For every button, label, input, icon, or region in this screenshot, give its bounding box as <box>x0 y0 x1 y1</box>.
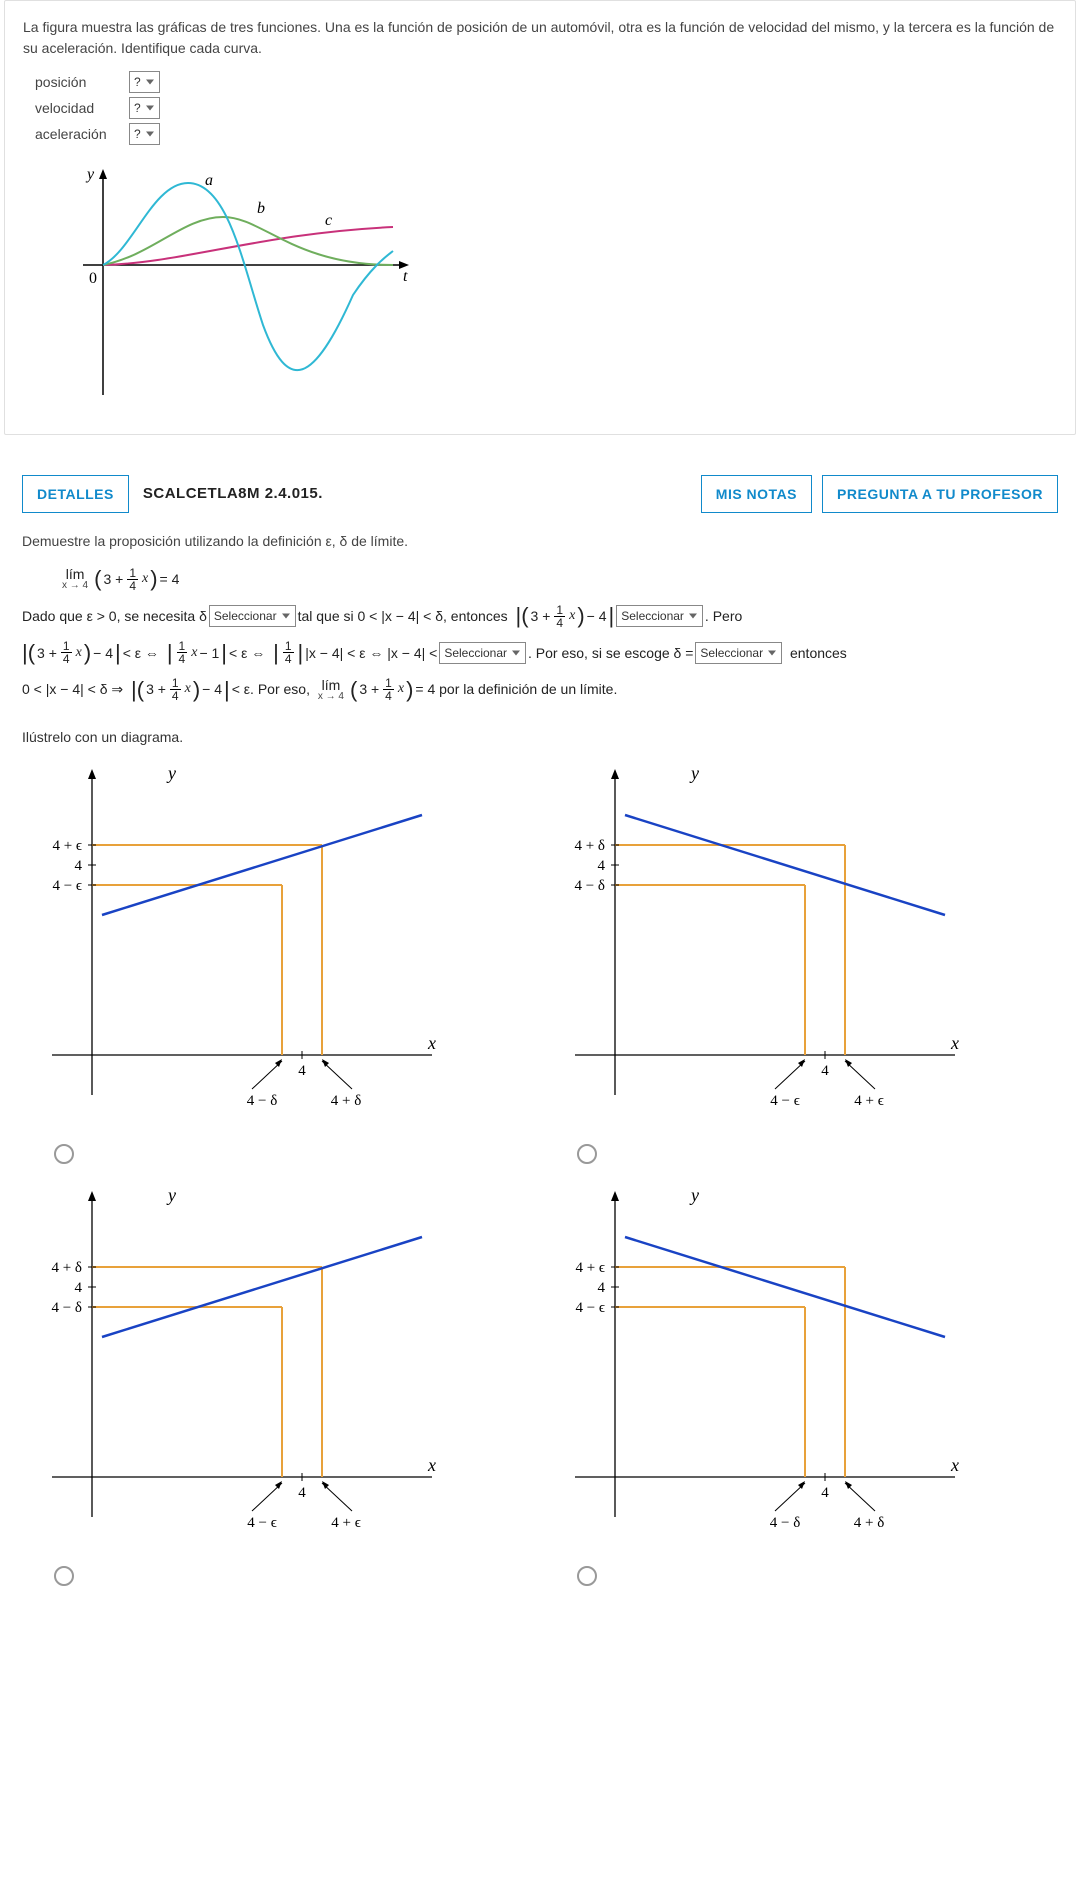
question-1-prompt: La figura muestra las gráficas de tres f… <box>23 17 1057 59</box>
problem-reference: SCALCETLA8M 2.4.015. <box>129 475 337 513</box>
diagram-radio-1[interactable] <box>54 1144 74 1164</box>
illustrate-label: Ilústrelo con un diagrama. <box>22 729 1058 745</box>
select-epsilon-condition[interactable]: Seleccionar <box>616 605 703 627</box>
svg-text:x: x <box>950 1033 959 1053</box>
svg-text:y: y <box>166 763 176 783</box>
svg-text:4 − ϵ: 4 − ϵ <box>247 1515 277 1531</box>
details-button[interactable]: DETALLES <box>22 475 129 513</box>
svg-text:4 − ϵ: 4 − ϵ <box>770 1093 800 1109</box>
svg-text:y: y <box>689 1185 699 1205</box>
diagram-option-2: y x 4 + δ 4 4 − δ 4 4 − ϵ 4 + ϵ <box>545 755 1058 1167</box>
q2-line2: |(3 + 14x ) − 4| < ε ⇔ | 14x − 1 | < ε ⇔… <box>22 638 1058 669</box>
diagram-grid: y x 4 + ϵ 4 4 − ϵ 4 4 − δ 4 + δ y x <box>22 755 1058 1589</box>
svg-text:4 − δ: 4 − δ <box>770 1515 801 1531</box>
svg-text:4 + δ: 4 + δ <box>574 838 605 854</box>
select-aceleracion[interactable]: ? <box>129 123 160 145</box>
svg-text:4 − δ: 4 − δ <box>247 1093 278 1109</box>
origin-label: 0 <box>89 270 97 287</box>
diagram-radio-2[interactable] <box>577 1144 597 1164</box>
row-posicion: posición ? <box>35 71 1057 93</box>
row-aceleracion: aceleración ? <box>35 123 1057 145</box>
q2-line1: Dado que ε > 0, se necesita δ Selecciona… <box>22 601 1058 632</box>
svg-text:4: 4 <box>75 1280 83 1296</box>
select-posicion[interactable]: ? <box>129 71 160 93</box>
diagram-radio-3[interactable] <box>54 1566 74 1586</box>
svg-text:4 − ϵ: 4 − ϵ <box>52 878 82 894</box>
select-bound[interactable]: Seleccionar <box>439 642 526 664</box>
svg-text:y: y <box>166 1185 176 1205</box>
diagram-option-3: y x 4 + δ 4 4 − δ 4 4 − ϵ 4 + ϵ <box>22 1177 535 1589</box>
question-2-card: DETALLES SCALCETLA8M 2.4.015. MIS NOTAS … <box>4 459 1076 1605</box>
svg-text:x: x <box>950 1455 959 1475</box>
label-posicion: posición <box>35 74 117 90</box>
svg-text:4 − ϵ: 4 − ϵ <box>575 1300 605 1316</box>
ask-professor-button[interactable]: PREGUNTA A TU PROFESOR <box>822 475 1058 513</box>
svg-text:x: x <box>427 1455 436 1475</box>
svg-text:4: 4 <box>598 858 606 874</box>
svg-text:4: 4 <box>821 1063 829 1079</box>
select-velocidad[interactable]: ? <box>129 97 160 119</box>
svg-text:4: 4 <box>298 1063 306 1079</box>
svg-text:4: 4 <box>75 858 83 874</box>
q2-limit-claim: lím x → 4 (3 + 14x ) = 4 <box>62 564 1058 595</box>
svg-text:4 + ϵ: 4 + ϵ <box>331 1515 361 1531</box>
curve-a-label: a <box>205 172 213 189</box>
row-velocidad: velocidad ? <box>35 97 1057 119</box>
question-1-card: La figura muestra las gráficas de tres f… <box>4 0 1076 435</box>
q2-line3: 0 < |x − 4| < δ ⇒ |(3 + 14x ) − 4| < ε. … <box>22 674 1058 705</box>
svg-text:4 + ϵ: 4 + ϵ <box>575 1260 605 1276</box>
my-notes-button[interactable]: MIS NOTAS <box>701 475 812 513</box>
svg-text:4: 4 <box>598 1280 606 1296</box>
axis-y-label: y <box>85 166 95 183</box>
svg-text:4 + ϵ: 4 + ϵ <box>52 838 82 854</box>
label-aceleracion: aceleración <box>35 126 117 142</box>
svg-text:x: x <box>427 1033 436 1053</box>
q1-graph: y t 0 a b c <box>63 155 1057 418</box>
svg-text:4 − δ: 4 − δ <box>51 1300 82 1316</box>
svg-text:4: 4 <box>821 1485 829 1501</box>
curve-c-label: c <box>325 212 332 229</box>
svg-text:4 + δ: 4 + δ <box>51 1260 82 1276</box>
curve-b-label: b <box>257 200 265 217</box>
svg-text:4: 4 <box>298 1485 306 1501</box>
svg-text:4 + δ: 4 + δ <box>331 1093 362 1109</box>
select-delta-value[interactable]: Seleccionar <box>695 642 782 664</box>
axis-x-label: t <box>403 268 408 285</box>
diagram-option-1: y x 4 + ϵ 4 4 − ϵ 4 4 − δ 4 + δ <box>22 755 535 1167</box>
svg-text:4 + δ: 4 + δ <box>854 1515 885 1531</box>
svg-text:4 − δ: 4 − δ <box>574 878 605 894</box>
diagram-option-4: y x 4 + ϵ 4 4 − ϵ 4 4 − δ 4 + δ <box>545 1177 1058 1589</box>
svg-text:4 + ϵ: 4 + ϵ <box>854 1093 884 1109</box>
q2-intro: Demuestre la proposición utilizando la d… <box>22 531 1058 552</box>
svg-text:y: y <box>689 763 699 783</box>
label-velocidad: velocidad <box>35 100 117 116</box>
diagram-radio-4[interactable] <box>577 1566 597 1586</box>
select-delta-condition[interactable]: Seleccionar <box>209 605 296 627</box>
question-2-header: DETALLES SCALCETLA8M 2.4.015. MIS NOTAS … <box>22 475 1058 513</box>
